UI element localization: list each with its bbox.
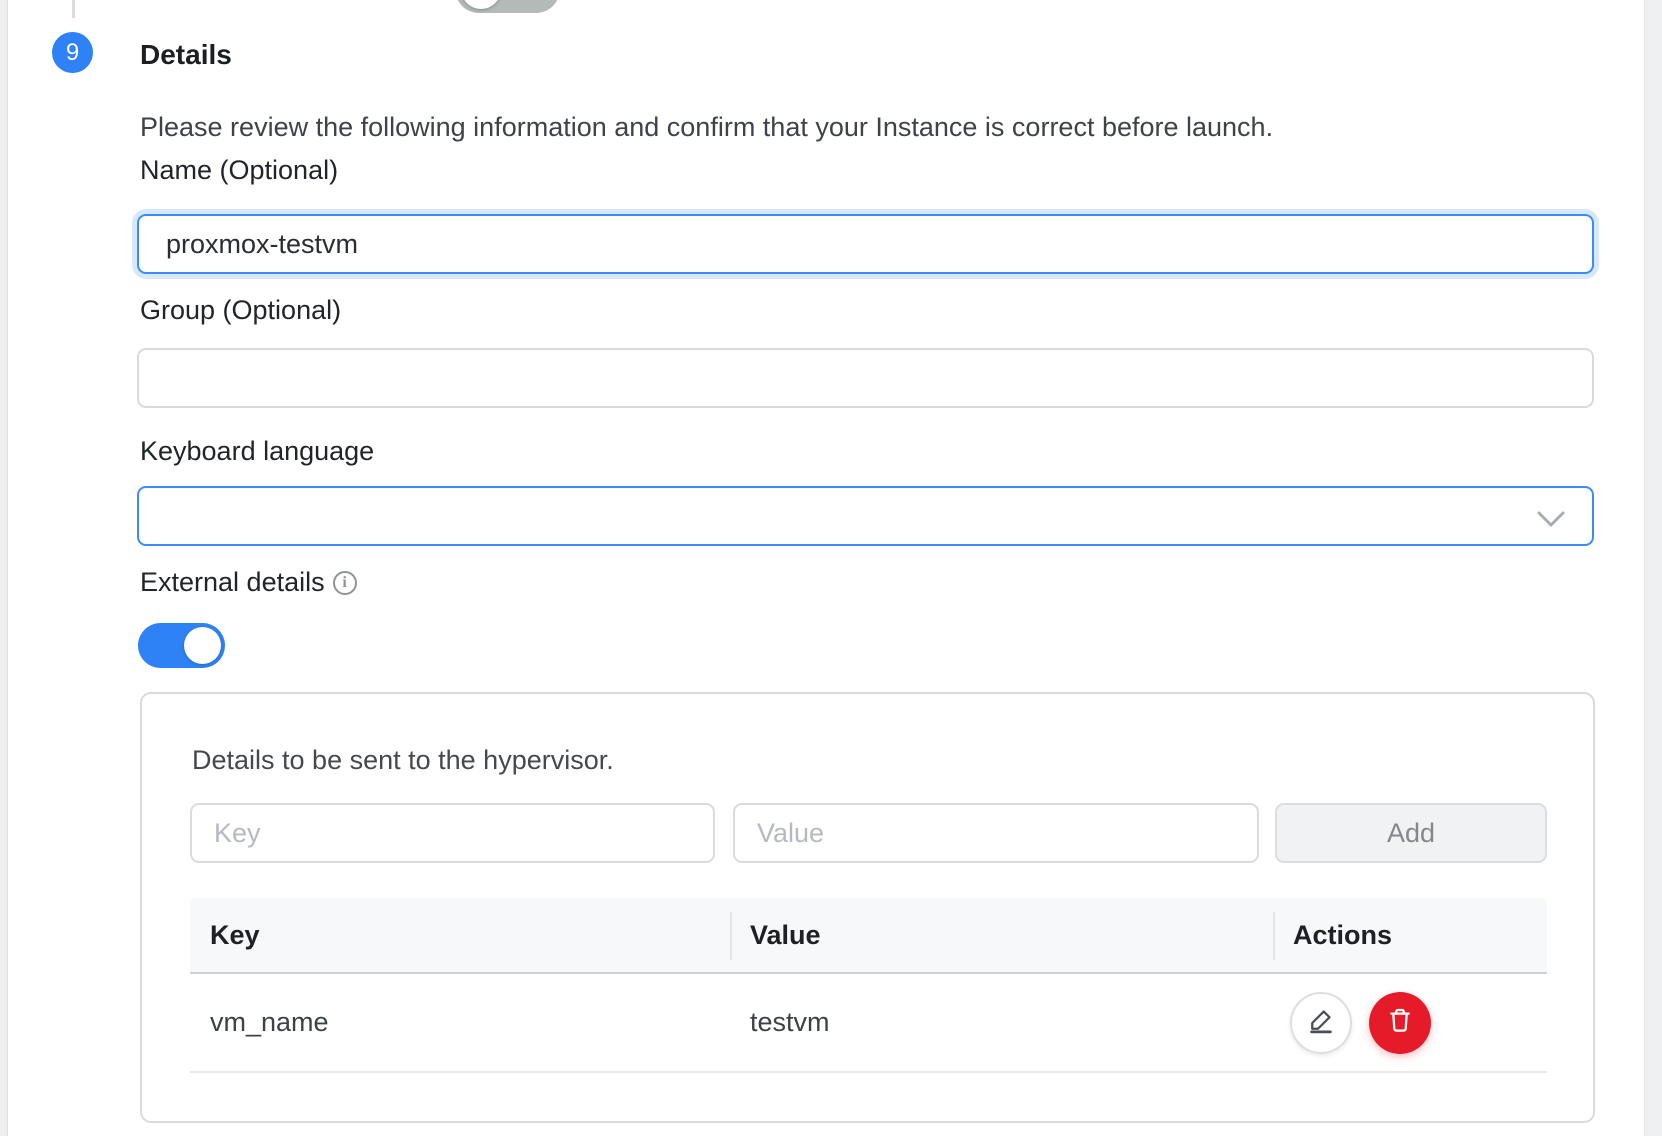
table-row: vm_name testvm — [190, 974, 1547, 1073]
value-input[interactable] — [733, 803, 1259, 863]
table-header-key: Key — [190, 920, 730, 951]
edit-row-button[interactable] — [1290, 992, 1352, 1054]
column-divider — [730, 912, 732, 960]
add-button[interactable]: Add — [1275, 803, 1547, 863]
key-input[interactable] — [190, 803, 715, 863]
external-details-label: External details — [140, 567, 325, 598]
row-value-cell: testvm — [730, 1007, 1273, 1038]
name-label: Name (Optional) — [140, 155, 338, 186]
row-actions-cell — [1273, 992, 1547, 1054]
key-value-table: Key Value Actions vm_name testvm — [190, 898, 1547, 1073]
external-details-toggle[interactable] — [138, 623, 225, 668]
step-connector-line — [72, 0, 75, 18]
chevron-down-icon — [1536, 510, 1566, 533]
table-header-row: Key Value Actions — [190, 898, 1547, 974]
toggle-knob — [461, 0, 501, 9]
add-button-label: Add — [1387, 818, 1435, 849]
table-header-actions: Actions — [1273, 920, 1547, 951]
column-divider — [1273, 912, 1275, 960]
group-label: Group (Optional) — [140, 295, 341, 326]
intro-text: Please review the following information … — [140, 112, 1273, 143]
section-title: Details — [140, 39, 232, 71]
step-number: 9 — [66, 39, 79, 67]
step-number-badge: 9 — [52, 32, 93, 73]
keyboard-language-select[interactable] — [137, 486, 1594, 546]
trash-icon — [1384, 1004, 1416, 1041]
vertical-scrollbar[interactable] — [1644, 0, 1662, 1136]
group-input[interactable] — [137, 348, 1594, 408]
delete-row-button[interactable] — [1369, 992, 1431, 1054]
external-details-row: External details i — [140, 567, 357, 598]
hypervisor-panel-description: Details to be sent to the hypervisor. — [192, 745, 614, 776]
table-header-value: Value — [730, 920, 1273, 951]
edit-pencil-icon — [1306, 1005, 1336, 1040]
toggle-knob — [184, 627, 221, 664]
left-gutter — [0, 0, 8, 1136]
hypervisor-details-panel: Details to be sent to the hypervisor. Ad… — [140, 692, 1595, 1123]
info-icon[interactable]: i — [333, 571, 357, 595]
row-key-cell: vm_name — [190, 1007, 730, 1038]
keyboard-language-label: Keyboard language — [140, 436, 374, 467]
previous-step-toggle[interactable] — [455, 0, 560, 13]
name-input[interactable] — [137, 214, 1594, 274]
details-step-screen: 9 Details Please review the following in… — [0, 0, 1662, 1136]
